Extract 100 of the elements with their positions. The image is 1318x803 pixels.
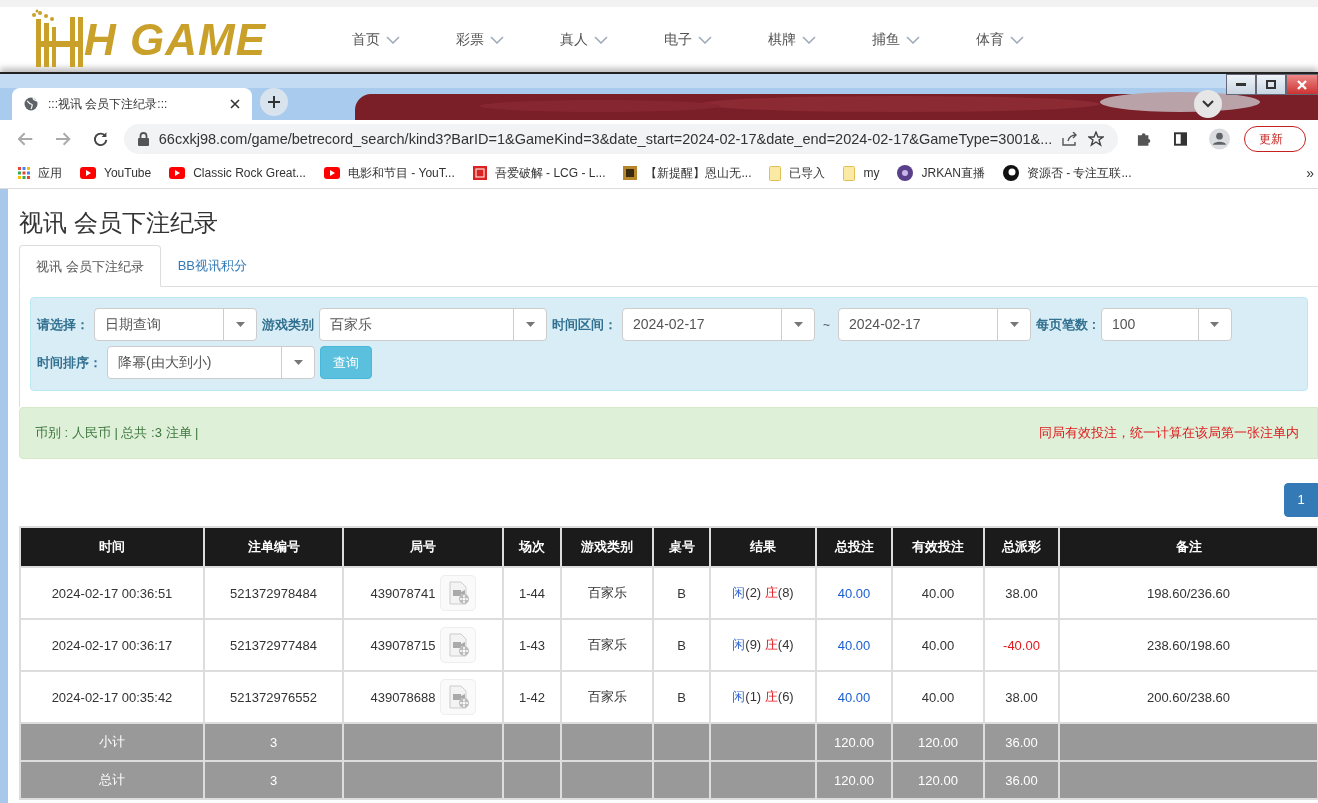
- table-cell: 120.00: [816, 761, 892, 799]
- dropdown[interactable]: 日期查询: [94, 308, 257, 341]
- bookmark[interactable]: Classic Rock Great...: [169, 166, 306, 180]
- dropdown[interactable]: 2024-02-17: [838, 308, 1031, 341]
- column-header: 场次: [503, 527, 561, 567]
- column-header: 桌号: [653, 527, 710, 567]
- dropdown[interactable]: 100: [1100, 308, 1232, 341]
- notice-text: 同局有效投注，统一计算在该局第一张注单内: [1039, 424, 1299, 442]
- folder-icon: [769, 165, 782, 181]
- puzzle-icon[interactable]: [1136, 131, 1152, 147]
- page-title: 视讯 会员下注纪录: [19, 208, 219, 238]
- chevron-icon: [490, 35, 504, 44]
- filter-label: 时间区间：: [552, 315, 617, 334]
- bookmark[interactable]: 资源否 - 专注互联...: [1002, 164, 1132, 182]
- table-cell: 38.00: [984, 567, 1059, 619]
- result-text: 闲(2) 庄(8): [732, 585, 794, 600]
- table-cell: 百家乐: [561, 619, 653, 671]
- bookmark[interactable]: YouTube: [80, 166, 152, 180]
- play-icon: [169, 167, 186, 179]
- chevron-icon: [1010, 35, 1024, 44]
- close-icon[interactable]: [230, 99, 240, 109]
- bookmark[interactable]: 吾爱破解 - LCG - L...: [472, 164, 606, 182]
- chevron-icon: [386, 35, 400, 44]
- table-cell: 439078715: [370, 637, 436, 653]
- table-cell: 2024-02-17 00:36:17: [20, 619, 204, 671]
- nav-item[interactable]: 真人: [560, 30, 664, 49]
- page-button[interactable]: 1: [1284, 483, 1318, 517]
- table-cell: 521372977484: [204, 619, 343, 671]
- apps-icon: [18, 167, 30, 179]
- minimize-icon: [1236, 82, 1246, 87]
- column-header: 总派彩: [984, 527, 1059, 567]
- maximize-button[interactable]: [1256, 74, 1286, 95]
- tab[interactable]: 视讯 会员下注纪录: [19, 245, 161, 287]
- more-bookmarks-button[interactable]: »: [1306, 165, 1314, 181]
- column-header: 备注: [1059, 527, 1318, 567]
- profile-icon[interactable]: [1208, 128, 1230, 150]
- nav-item[interactable]: 捕鱼: [872, 30, 976, 49]
- table-cell: 3: [204, 761, 343, 799]
- close-icon: [1297, 79, 1307, 90]
- nav-item[interactable]: 体育: [976, 30, 1080, 49]
- nav-item[interactable]: 首页: [352, 30, 456, 49]
- range-separator: ~: [823, 317, 830, 332]
- table-cell: 2024-02-17 00:36:51: [20, 567, 204, 619]
- table-cell: 439078741: [370, 585, 436, 601]
- table-cell: 198.60/236.60: [1059, 567, 1318, 619]
- caret-icon: [525, 322, 535, 327]
- table-cell: 40.00: [892, 619, 984, 671]
- browser-tab[interactable]: :::视讯 会员下注纪录:::: [12, 88, 252, 120]
- bookmark[interactable]: 已导入: [769, 164, 826, 182]
- nav-item[interactable]: 彩票: [456, 30, 560, 49]
- share-icon[interactable]: [1062, 132, 1079, 146]
- bookmark[interactable]: JRKAN直播: [897, 164, 985, 182]
- caret-icon: [293, 360, 303, 365]
- table-cell: 120.00: [816, 723, 892, 761]
- table-cell: 40.00: [892, 567, 984, 619]
- maximize-icon: [1266, 80, 1276, 89]
- summary-text: 币别 : 人民币 | 总共 :3 注单 |: [35, 424, 199, 442]
- dropdown[interactable]: 百家乐: [319, 308, 547, 341]
- bookmark[interactable]: 【新提醒】恩山无...: [623, 164, 752, 182]
- bookmark[interactable]: 电影和节目 - YouT...: [323, 164, 455, 182]
- dropdown[interactable]: 降幂(由大到小): [107, 346, 315, 379]
- filter-label: 时间排序：: [37, 353, 102, 372]
- bet-amount-link[interactable]: 40.00: [837, 637, 871, 653]
- dropdown[interactable]: 2024-02-17: [622, 308, 815, 341]
- nav-item[interactable]: 电子: [664, 30, 768, 49]
- address-bar[interactable]: 66cxkj98.com/game/betrecord_search/kind3?BarID=1&GameKind=3&date_start=2024-02-17&date_end=2024-02-17&GameType=3001&...: [123, 124, 1119, 154]
- star-icon[interactable]: [1088, 131, 1105, 147]
- table-cell: 36.00: [984, 761, 1059, 799]
- caret-icon: [1009, 322, 1019, 327]
- table-cell: 120.00: [892, 761, 984, 799]
- result-text: 闲(9) 庄(4): [732, 637, 794, 652]
- bookmark[interactable]: my: [843, 165, 880, 181]
- table-cell: 36.00: [984, 723, 1059, 761]
- tab[interactable]: BB视讯积分: [160, 245, 264, 286]
- globe-icon: [24, 97, 38, 111]
- lock-icon: [137, 132, 149, 146]
- folder-icon: [843, 165, 856, 181]
- chevron-down-icon: [1202, 100, 1214, 108]
- bet-amount-link[interactable]: 40.00: [837, 689, 871, 705]
- table-cell: 小计: [20, 723, 204, 761]
- table-cell: 3: [204, 723, 343, 761]
- filter-label: 每页笔数 :: [1036, 315, 1096, 334]
- column-header: 结果: [710, 527, 816, 567]
- nav-item[interactable]: 棋牌: [768, 30, 872, 49]
- chevron-icon: [906, 35, 920, 44]
- column-header: 游戏类别: [561, 527, 653, 567]
- bookmark[interactable]: 应用: [18, 164, 62, 182]
- column-header: 注单编号: [204, 527, 343, 567]
- site-icon: [623, 166, 638, 180]
- table-cell: B: [653, 619, 710, 671]
- column-header: 局号: [343, 527, 503, 567]
- reload-icon[interactable]: [92, 131, 108, 147]
- close-window-button[interactable]: [1286, 74, 1318, 95]
- caret-icon: [793, 322, 803, 327]
- sidebar-icon[interactable]: [1173, 132, 1187, 146]
- play-icon: [80, 167, 96, 179]
- table-cell: B: [653, 567, 710, 619]
- bet-amount-link[interactable]: 40.00: [837, 585, 871, 601]
- update-button[interactable]: 更新: [1243, 126, 1306, 152]
- minimize-button[interactable]: [1226, 74, 1256, 95]
